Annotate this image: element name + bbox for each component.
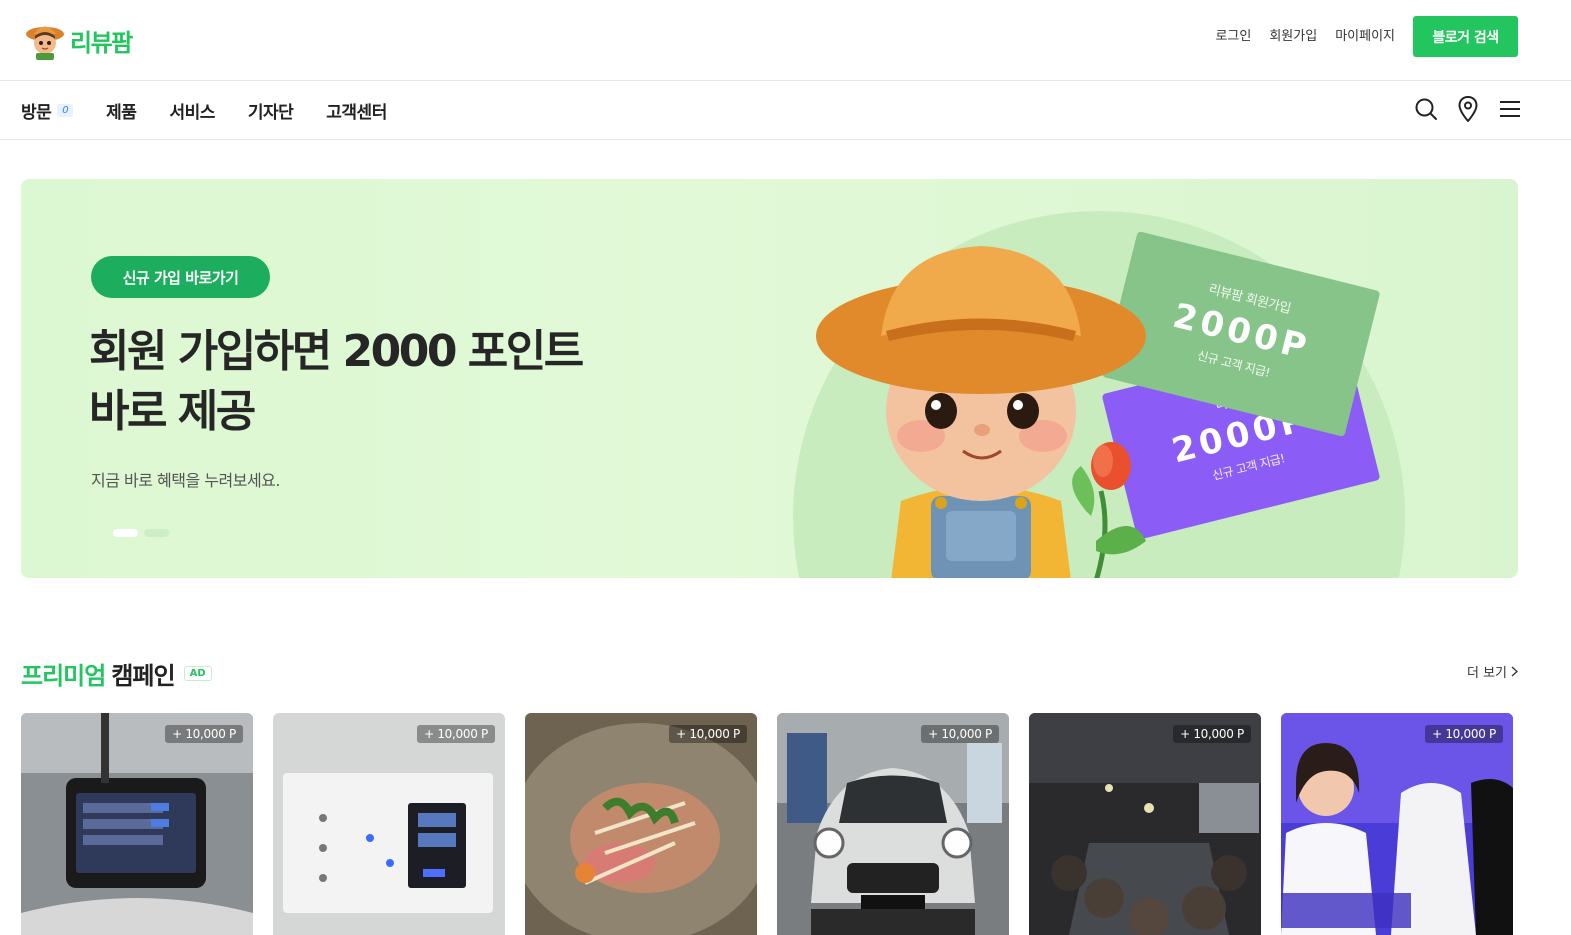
signup-link[interactable]: 회원가입 <box>1269 16 1317 57</box>
nav-icon-group <box>1414 95 1522 123</box>
location-pin-icon[interactable] <box>1456 95 1480 123</box>
blogger-search-button[interactable]: 블로거 검색 <box>1413 16 1518 57</box>
slide-dot[interactable] <box>144 529 169 537</box>
campaign-card[interactable]: + 10,000 P <box>273 713 505 935</box>
campaign-card[interactable]: + 10,000 P <box>1281 713 1513 935</box>
main-nav: 방문 0 제품 서비스 기자단 고객센터 <box>0 81 1571 140</box>
farmer-mascot-illustration <box>816 246 1146 578</box>
campaign-card[interactable]: + 10,000 P <box>21 713 253 935</box>
account-links: 로그인 회원가입 마이페이지 블로거 검색 <box>1197 16 1518 57</box>
campaign-thumbnail <box>21 713 253 935</box>
signup-shortcut-button[interactable]: 신규 가입 바로가기 <box>91 256 270 298</box>
reward-point-badge: + 10,000 P <box>417 725 495 743</box>
tab-service[interactable]: 서비스 <box>169 98 215 123</box>
top-bar: 리뷰팜 로그인 회원가입 마이페이지 블로거 검색 <box>0 0 1571 81</box>
campaign-card[interactable]: + 10,000 P <box>525 713 757 935</box>
more-link[interactable]: 더 보기 <box>1467 662 1518 681</box>
tab-reporters[interactable]: 기자단 <box>248 98 294 123</box>
category-tabs: 방문 0 제품 서비스 기자단 고객센터 <box>21 81 420 140</box>
campaign-thumbnail <box>1281 713 1513 935</box>
ad-badge: AD <box>183 666 212 681</box>
tab-visit-label: 방문 <box>21 103 52 123</box>
slide-dot-active[interactable] <box>113 529 138 537</box>
chevron-right-icon <box>1511 666 1518 677</box>
hero-title: 회원 가입하면 2000 포인트 바로 제공 <box>89 326 584 437</box>
campaign-thumbnail <box>273 713 505 935</box>
section-title: 프리미엄 캠페인 AD <box>21 656 1518 691</box>
visit-count-badge: 0 <box>57 104 74 117</box>
reward-point-badge: + 10,000 P <box>669 725 747 743</box>
tab-customer-center[interactable]: 고객센터 <box>326 98 387 123</box>
section-title-main: 캠페인 <box>111 662 175 690</box>
mascot-logo-icon <box>26 26 64 60</box>
reward-point-badge: + 10,000 P <box>165 725 243 743</box>
login-link[interactable]: 로그인 <box>1215 16 1251 57</box>
reward-point-badge: + 10,000 P <box>921 725 999 743</box>
campaign-thumbnail <box>777 713 1009 935</box>
reward-point-badge: + 10,000 P <box>1173 725 1251 743</box>
section-title-highlight: 프리미엄 <box>21 662 106 690</box>
more-link-label: 더 보기 <box>1466 666 1507 681</box>
campaign-thumbnail <box>525 713 757 935</box>
campaign-thumbnail <box>1029 713 1261 935</box>
slide-indicator <box>113 529 169 537</box>
premium-campaign-header: 프리미엄 캠페인 AD 더 보기 <box>21 656 1518 691</box>
campaign-card-list: + 10,000 P + 10,000 P + 10,000 P + 10,00… <box>21 713 1513 935</box>
campaign-card[interactable]: + 10,000 P <box>777 713 1009 935</box>
tab-product[interactable]: 제품 <box>106 98 137 123</box>
mypage-link[interactable]: 마이페이지 <box>1335 16 1395 57</box>
search-icon[interactable] <box>1414 95 1438 123</box>
tab-visit[interactable]: 방문 0 <box>21 98 74 123</box>
hero-subtitle: 지금 바로 혜택을 누려보세요. <box>91 471 280 490</box>
menu-icon[interactable] <box>1498 95 1522 123</box>
campaign-card[interactable]: + 10,000 P <box>1029 713 1261 935</box>
reward-point-badge: + 10,000 P <box>1425 725 1503 743</box>
logo[interactable]: 리뷰팜 <box>24 19 133 61</box>
hero-banner[interactable]: 신규 가입 바로가기 회원 가입하면 2000 포인트 바로 제공 지금 바로 … <box>21 179 1518 578</box>
logo-text: 리뷰팜 <box>70 28 133 57</box>
